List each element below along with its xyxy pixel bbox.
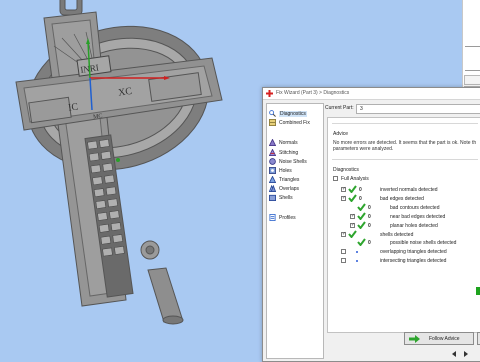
nav-item-normals[interactable]: Normals bbox=[269, 138, 321, 146]
full-analysis-label: Full Analysis bbox=[341, 176, 369, 182]
follow-advice-button[interactable]: Follow Advice bbox=[404, 332, 474, 345]
green-check-icon bbox=[348, 185, 357, 193]
overlapping-triangles-label: overlapping triangles detected bbox=[380, 249, 447, 255]
bad-edges-count: 0 bbox=[359, 196, 362, 202]
bad-edges-label: bad edges detected bbox=[380, 196, 424, 202]
overlapping-triangles-checkbox[interactable] bbox=[341, 249, 346, 254]
diagnostics-title: Diagnostics bbox=[333, 167, 359, 173]
panel-divider bbox=[465, 46, 480, 47]
card-divider bbox=[332, 159, 478, 160]
nav-item-label: Noise Shells bbox=[279, 159, 307, 165]
nav-item-holes[interactable]: Holes bbox=[269, 166, 321, 174]
planar-holes-label: planar holes detected bbox=[390, 223, 438, 229]
planar-holes-checkbox[interactable]: ✓ bbox=[350, 222, 355, 228]
bad-edges-checkbox[interactable]: ✓ bbox=[341, 195, 346, 201]
inverted-normals-checkbox[interactable]: ✓ bbox=[341, 186, 346, 192]
nav-item-label: Stitching bbox=[279, 150, 299, 156]
magnifier-icon bbox=[269, 110, 276, 117]
current-part-label: Current Part: bbox=[325, 105, 354, 111]
near-bad-edges-count: 0 bbox=[368, 214, 371, 220]
nav-arrows[interactable] bbox=[446, 350, 474, 358]
model-label-ic: IC bbox=[68, 101, 80, 113]
near-bad-edges-label: near bad edges detected bbox=[390, 214, 446, 220]
normals-icon bbox=[269, 139, 276, 146]
bad-contours-label: bad contours detected bbox=[390, 205, 440, 211]
noise-shells-count: 0 bbox=[368, 240, 371, 246]
blue-dot-icon bbox=[356, 251, 358, 253]
intersecting-triangles-label: intersecting triangles detected bbox=[380, 258, 447, 264]
green-arrow-icon bbox=[409, 335, 420, 343]
profiles-icon bbox=[269, 214, 276, 221]
green-check-icon bbox=[357, 221, 366, 229]
current-part-field[interactable]: 3 bbox=[356, 104, 480, 114]
dialog-titlebar[interactable]: Fix Wizard (Part 3) > Diagnostics bbox=[263, 88, 480, 100]
current-part-value: 3 bbox=[360, 106, 363, 112]
left-arrow-icon[interactable] bbox=[452, 351, 456, 357]
nav-item-shells[interactable]: Shells bbox=[269, 193, 321, 201]
panel-divider bbox=[465, 70, 480, 71]
diagnostics-card: Advice No more errors are detected. It s… bbox=[327, 117, 480, 333]
green-check-icon bbox=[348, 194, 357, 202]
bad-contours-count: 0 bbox=[368, 205, 371, 211]
shells-checkbox[interactable]: ✓ bbox=[341, 231, 346, 237]
nav-item-diagnostics[interactable]: Diagnostics bbox=[269, 109, 321, 117]
triangles-icon bbox=[269, 176, 276, 183]
nav-item-label: Holes bbox=[279, 168, 292, 174]
green-status-icon bbox=[476, 287, 480, 295]
dialog-title: Fix Wizard (Part 3) > Diagnostics bbox=[276, 90, 350, 96]
model-label-xc: XC bbox=[118, 86, 134, 99]
advice-text-line2: parameters were analyzed. bbox=[333, 146, 394, 152]
fix-wizard-dialog: Fix Wizard (Part 3) > Diagnostics Diagno… bbox=[262, 87, 480, 362]
green-check-icon bbox=[357, 212, 366, 220]
wizard-nav: Diagnostics Combined Fix Normals Stitchi… bbox=[266, 103, 324, 359]
wizard-content: Current Part: 3 Advice No more errors ar… bbox=[325, 102, 480, 361]
nav-item-noise-shells[interactable]: Noise Shells bbox=[269, 157, 321, 165]
inverted-normals-count: 0 bbox=[359, 187, 362, 193]
nav-item-label: Combined Fix bbox=[279, 120, 310, 126]
combined-fix-icon bbox=[269, 119, 276, 126]
shells-icon bbox=[269, 194, 276, 201]
stitching-icon bbox=[269, 149, 276, 156]
nav-item-combined-fix[interactable]: Combined Fix bbox=[269, 118, 321, 126]
intersecting-triangles-checkbox[interactable] bbox=[341, 258, 346, 263]
green-check-icon bbox=[357, 203, 366, 211]
app-cross-icon bbox=[266, 90, 273, 97]
nav-item-overlaps[interactable]: Overlaps bbox=[269, 184, 321, 192]
green-check-icon bbox=[348, 230, 357, 238]
full-analysis-checkbox[interactable] bbox=[333, 176, 338, 181]
card-divider bbox=[332, 123, 478, 124]
nav-item-label: Profiles bbox=[279, 215, 296, 221]
nav-item-stitching[interactable]: Stitching bbox=[269, 148, 321, 156]
follow-advice-label: Follow Advice bbox=[429, 336, 460, 342]
nav-item-label: Shells bbox=[279, 195, 293, 201]
nav-item-profiles[interactable]: Profiles bbox=[269, 213, 321, 221]
noise-shells-label: possible noise shells detected bbox=[390, 240, 457, 246]
panel-field[interactable] bbox=[464, 75, 480, 85]
right-arrow-icon[interactable] bbox=[464, 351, 468, 357]
inverted-normals-label: inverted normals detected bbox=[380, 187, 438, 193]
shells-label: shells detected bbox=[380, 232, 414, 238]
holes-icon bbox=[269, 167, 276, 174]
advice-title: Advice bbox=[333, 131, 349, 137]
nav-item-triangles[interactable]: Triangles bbox=[269, 175, 321, 183]
planar-holes-count: 0 bbox=[368, 223, 371, 229]
nav-item-label: Triangles bbox=[279, 177, 300, 183]
blue-dot-icon bbox=[356, 260, 358, 262]
near-bad-edges-checkbox[interactable]: ✓ bbox=[350, 213, 355, 219]
overlaps-icon bbox=[269, 185, 276, 192]
nav-item-label: Overlaps bbox=[279, 186, 300, 192]
green-check-icon bbox=[357, 238, 366, 246]
noise-shells-icon bbox=[269, 158, 276, 165]
nav-item-label: Normals bbox=[279, 140, 298, 146]
nav-item-label: Diagnostics bbox=[279, 111, 307, 117]
